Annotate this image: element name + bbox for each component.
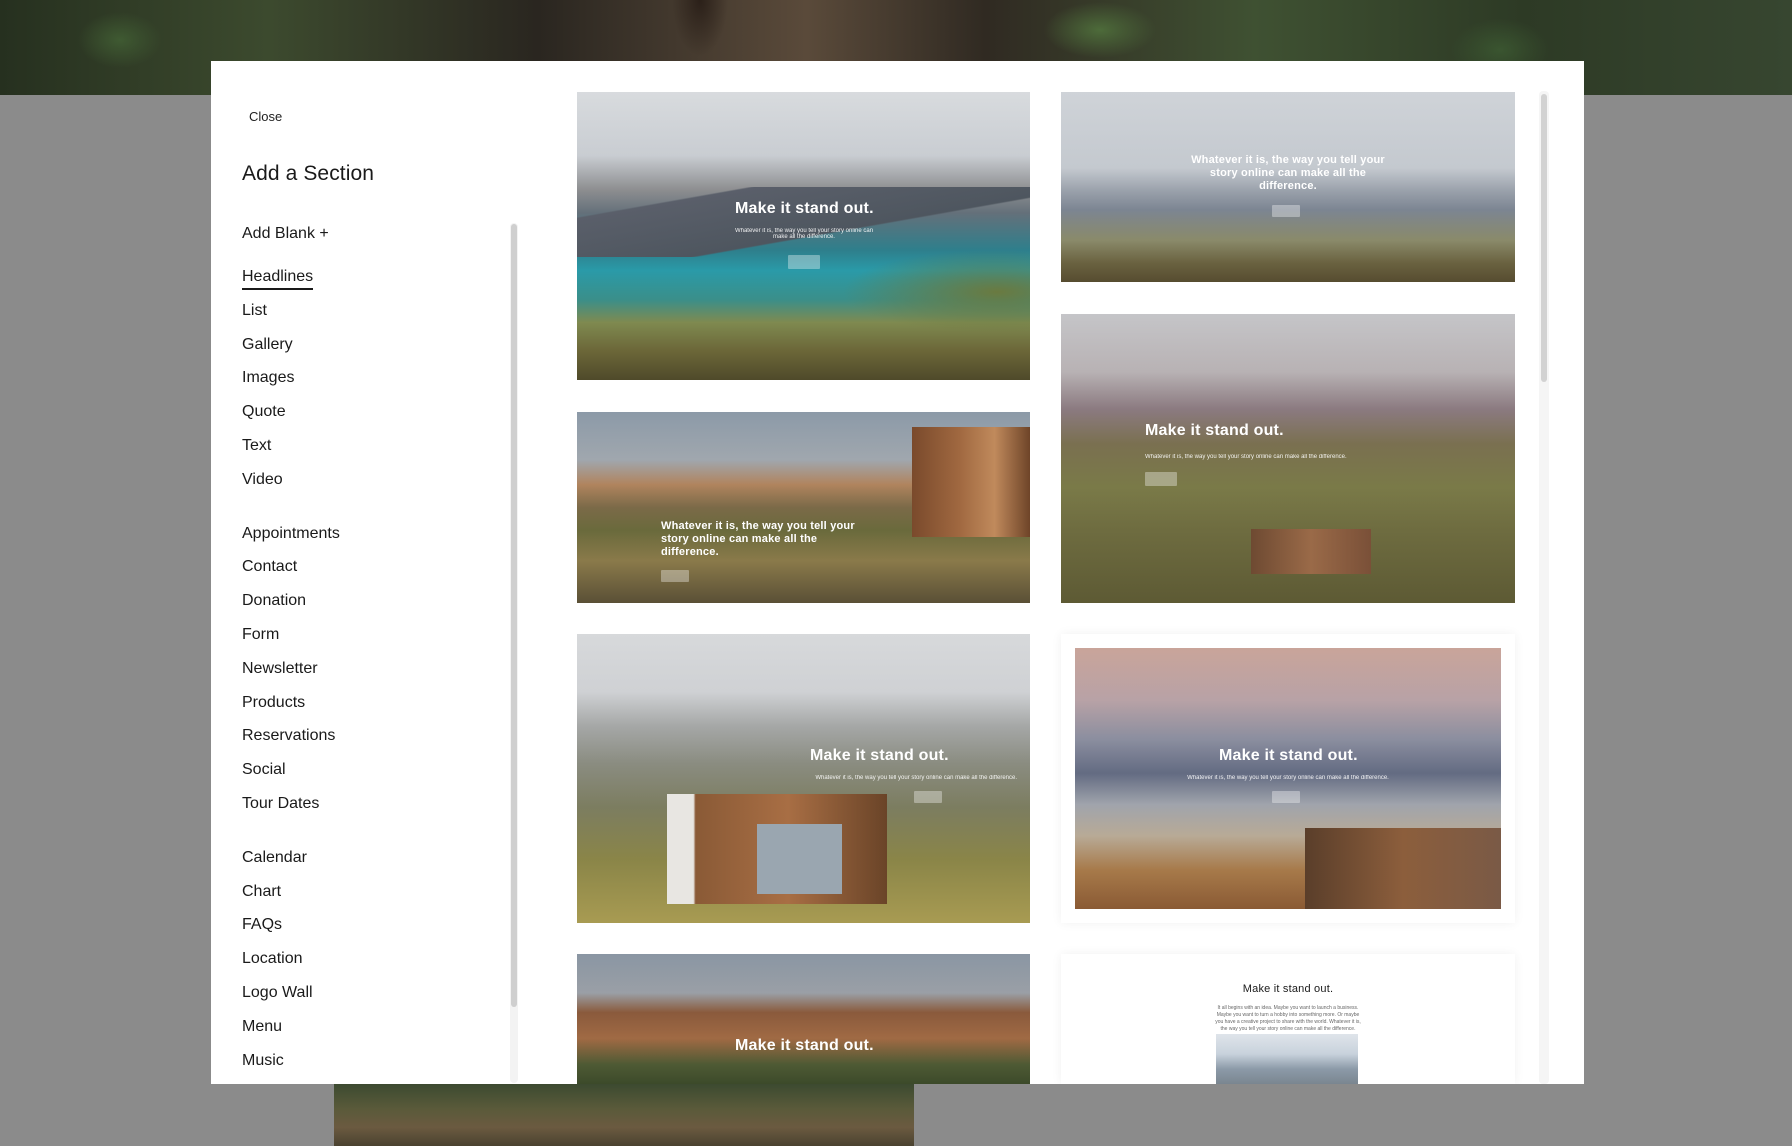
- section-template-card[interactable]: Make it stand out.: [577, 954, 1030, 1084]
- card-button: [788, 255, 820, 269]
- section-template-card[interactable]: Make it stand out. Whatever it is, the w…: [1061, 314, 1515, 603]
- card-headline: Make it stand out.: [735, 200, 874, 217]
- nav-item-menu[interactable]: Menu: [242, 1010, 502, 1044]
- card-headline: Make it stand out.: [810, 747, 949, 764]
- nav-item-faqs[interactable]: FAQs: [242, 908, 502, 942]
- nav-item-tour-dates[interactable]: Tour Dates: [242, 787, 502, 821]
- nav-item-list[interactable]: List: [242, 294, 502, 328]
- card-button: [1145, 472, 1177, 486]
- nav-item-social[interactable]: Social: [242, 753, 502, 787]
- card-body: Whatever it is, the way you tell your st…: [734, 228, 874, 240]
- section-template-card[interactable]: Make it stand out. It all begins with an…: [1061, 954, 1515, 1084]
- nav-item-images[interactable]: Images: [242, 361, 502, 395]
- add-section-modal: Close Add a Section Add Blank + Headline…: [211, 61, 1584, 1084]
- nav-item-calendar[interactable]: Calendar: [242, 841, 502, 875]
- nav-item-contact[interactable]: Contact: [242, 550, 502, 584]
- card-headline: Make it stand out.: [1145, 422, 1284, 439]
- nav-item-products[interactable]: Products: [242, 686, 502, 720]
- nav-group-engagement: Appointments Contact Donation Form Newsl…: [242, 517, 502, 821]
- section-template-card[interactable]: Whatever it is, the way you tell your st…: [577, 412, 1030, 603]
- nav-item-music[interactable]: Music: [242, 1044, 502, 1078]
- section-category-list: Headlines List Gallery Images Quote Text…: [242, 260, 502, 1084]
- card-headline: Make it stand out.: [1219, 747, 1358, 764]
- card-body: Whatever it is, the way you tell your st…: [815, 775, 1017, 781]
- card-headline: Make it stand out.: [735, 1037, 874, 1054]
- close-button[interactable]: Close: [249, 109, 282, 124]
- card-headline: Whatever it is, the way you tell your st…: [1191, 154, 1385, 192]
- section-template-card[interactable]: Make it stand out. Whatever it is, the w…: [1061, 634, 1515, 923]
- card-image: [1216, 1034, 1358, 1084]
- nav-item-text[interactable]: Text: [242, 429, 502, 463]
- nav-item-logo-wall[interactable]: Logo Wall: [242, 976, 502, 1010]
- section-template-card[interactable]: Whatever it is, the way you tell your st…: [1061, 92, 1515, 282]
- nav-item-gallery[interactable]: Gallery: [242, 328, 502, 362]
- card-body: Whatever it is, the way you tell your st…: [1145, 454, 1347, 460]
- section-template-card[interactable]: Make it stand out. Whatever it is, the w…: [577, 92, 1030, 380]
- card-headline: Whatever it is, the way you tell your st…: [661, 520, 855, 558]
- nav-item-newsletter[interactable]: Newsletter: [242, 652, 502, 686]
- nav-group-features: Calendar Chart FAQs Location Logo Wall M…: [242, 841, 502, 1078]
- background-page-image: [334, 1084, 914, 1146]
- section-sidebar: Close Add a Section Add Blank + Headline…: [211, 61, 531, 1084]
- card-body: It all begins with an idea. Maybe you wa…: [1215, 1005, 1361, 1032]
- card-headline: Make it stand out.: [1242, 983, 1334, 995]
- nav-item-appointments[interactable]: Appointments: [242, 517, 502, 551]
- card-button: [914, 791, 942, 803]
- modal-title: Add a Section: [242, 162, 375, 185]
- add-blank-button[interactable]: Add Blank +: [242, 225, 329, 243]
- card-button: [1272, 205, 1300, 217]
- nav-item-video[interactable]: Video: [242, 463, 502, 497]
- nav-item-quote[interactable]: Quote: [242, 395, 502, 429]
- nav-item-reservations[interactable]: Reservations: [242, 719, 502, 753]
- nav-item-headlines[interactable]: Headlines: [242, 260, 502, 294]
- section-template-card[interactable]: Make it stand out. Whatever it is, the w…: [577, 634, 1030, 923]
- nav-item-chart[interactable]: Chart: [242, 875, 502, 909]
- card-button: [1272, 791, 1300, 803]
- card-body: Whatever it is, the way you tell your st…: [1187, 775, 1389, 781]
- nav-item-form[interactable]: Form: [242, 618, 502, 652]
- card-button: [661, 570, 689, 582]
- sidebar-scrollbar-thumb[interactable]: [511, 224, 517, 1007]
- nav-item-location[interactable]: Location: [242, 942, 502, 976]
- templates-scrollbar-thumb[interactable]: [1541, 94, 1547, 382]
- nav-group-basic: Headlines List Gallery Images Quote Text…: [242, 260, 502, 497]
- nav-item-donation[interactable]: Donation: [242, 584, 502, 618]
